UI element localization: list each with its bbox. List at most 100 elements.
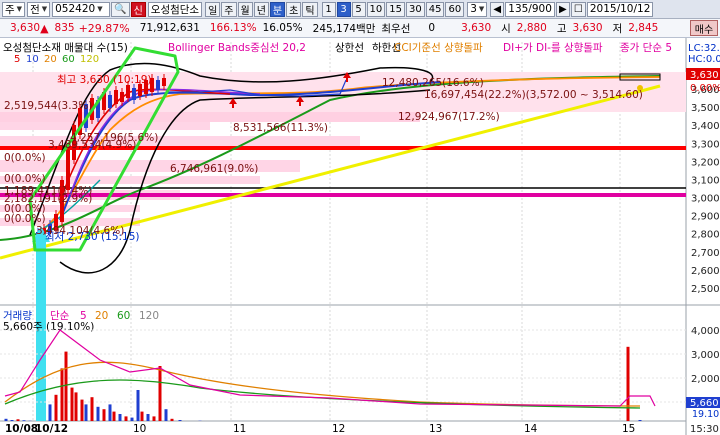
supply-zone-label: 0(0.0%) xyxy=(4,213,46,225)
period-select-value: 주 xyxy=(5,3,15,16)
volume-bar xyxy=(146,414,150,421)
candle-body xyxy=(132,88,136,100)
supply-zone-label: 12,480,265(16.6%) xyxy=(382,77,484,89)
volume-bar xyxy=(164,409,168,421)
low-price: 2,845 xyxy=(628,22,659,34)
last-price: 3,630 xyxy=(461,22,492,34)
search-icon[interactable]: 🔍 xyxy=(111,1,130,17)
volume-bar xyxy=(84,404,88,421)
interval-select[interactable]: 3 ▼ xyxy=(467,1,488,17)
turnover-rate: 16.05% xyxy=(262,22,303,34)
date-field[interactable]: 2015/10/12 xyxy=(586,1,654,17)
time-axis-label: 14 xyxy=(524,423,538,435)
minute-button-10[interactable]: 10 xyxy=(366,1,386,17)
legend-ma-20: 20 xyxy=(44,54,57,65)
volume-bar xyxy=(54,394,58,421)
chevron-down-icon: ▼ xyxy=(97,5,103,13)
period-button-2[interactable]: 월 xyxy=(237,1,253,17)
legend-hc: HC:0.00 xyxy=(688,54,720,65)
time-axis-label: 10/12 xyxy=(35,423,68,435)
time-axis-label: 12 xyxy=(332,423,345,435)
minute-buttons: 1 3 5 10 15 30 45 60 xyxy=(321,1,465,17)
buy-button[interactable]: 매수 xyxy=(690,20,718,36)
supply-zone-label: 12,924,967(17.2%) xyxy=(398,111,500,123)
volume-bar xyxy=(102,409,106,421)
supply-zone-label: 0(0.0%) xyxy=(4,152,46,164)
open-price: 2,880 xyxy=(516,22,547,34)
market-select[interactable]: 전 ▼ xyxy=(27,1,51,17)
price-axis-label: 2,500 xyxy=(691,284,720,295)
period-select[interactable]: 주 ▼ xyxy=(2,1,26,17)
stock-name-field[interactable]: 오성첨단소 xyxy=(147,1,203,17)
price-change: 835 xyxy=(54,22,75,34)
volume-bar xyxy=(170,418,174,421)
minute-button-1[interactable]: 1 xyxy=(321,1,336,17)
period-button-5[interactable]: 초 xyxy=(286,1,302,17)
volume-bar xyxy=(4,418,8,421)
minute-button-5[interactable]: 5 xyxy=(351,1,366,17)
volume-bar xyxy=(60,368,64,421)
stock-chart-window: { "toolbar": { "period_select": "주", "ma… xyxy=(0,0,720,435)
legend-lc: LC:32.9 xyxy=(688,43,720,54)
page-left-button[interactable]: ◀ xyxy=(490,1,505,17)
price-axis-label: 2,900 xyxy=(691,212,720,223)
volume-bar xyxy=(158,366,162,421)
period-button-3[interactable]: 년 xyxy=(253,1,269,17)
volume-ma-20: 20 xyxy=(95,310,108,322)
legend-ma-5: 5 xyxy=(14,54,20,65)
current-price-badge-text: 3,630 xyxy=(690,70,719,81)
time-axis-right-label: 15:30 xyxy=(690,424,719,435)
high-annotation: 최고 3,630 (10:19) xyxy=(57,74,152,86)
time-axis-label: 15 xyxy=(622,423,635,435)
supply-zone-label: 3,489,534(4.9%) xyxy=(48,139,136,151)
minute-button-3[interactable]: 3 xyxy=(336,1,351,17)
legend-ma-60: 60 xyxy=(62,54,75,65)
volume-bar xyxy=(16,419,20,421)
candle-body xyxy=(120,92,124,102)
price-axis-label: 2,800 xyxy=(691,230,720,241)
low-label: 저 xyxy=(612,22,623,35)
minute-button-15[interactable]: 15 xyxy=(386,1,405,17)
legend-bollinger: Bollinger Bands중심선 20,2 xyxy=(168,42,306,54)
price-axis-label: 3,300 xyxy=(691,139,720,150)
legend-cci: CCI기준선 상향돌파 xyxy=(394,42,483,54)
minute-button-30[interactable]: 30 xyxy=(405,1,425,17)
volume-bar xyxy=(10,420,14,421)
calendar-checkbox[interactable]: ☐ xyxy=(570,1,586,17)
time-axis-label: 13 xyxy=(429,423,442,435)
volume-bar xyxy=(70,387,74,421)
volume-bar xyxy=(118,414,122,421)
chevron-down-icon: ▼ xyxy=(478,5,485,13)
volume-bar xyxy=(152,416,156,421)
supply-zone-label: 16,697,454(22.2%)(3,572.00 ~ 3,514.60) xyxy=(424,89,643,101)
period-button-4[interactable]: 분 xyxy=(269,1,286,17)
price-axis-label: 3,200 xyxy=(691,157,720,168)
priority-value: 0 xyxy=(428,22,436,34)
price-axis-label: 3,500 xyxy=(691,103,720,114)
up-arrow-icon: ▲ xyxy=(40,21,49,35)
toolbar: 주 ▼ 전 ▼ 052420 ▼ 🔍 신 오성첨단소 일주월년분초틱 1 3 5 10 15 3… xyxy=(0,0,720,19)
legend-ma-10: 10 xyxy=(26,54,39,65)
minute-button-60[interactable]: 60 xyxy=(445,1,465,17)
date-value: 2015/10/12 xyxy=(589,3,651,15)
supply-zone-label: 0(0.0%) xyxy=(4,173,46,185)
volume-bar xyxy=(80,399,84,421)
volume-bar xyxy=(626,346,630,421)
page-right-button[interactable]: ▶ xyxy=(555,1,570,17)
current-price: 3,630 xyxy=(10,22,41,34)
minute-button-45[interactable]: 45 xyxy=(425,1,445,17)
volume-ratio: 166.13% xyxy=(209,22,257,34)
new-badge: 신 xyxy=(130,1,146,17)
stock-name: 오성첨단소 xyxy=(150,3,200,16)
volume-current: 5,660주 (19.10%) xyxy=(3,321,94,333)
page-counter: 135/900 xyxy=(505,1,555,17)
code-input[interactable]: 052420 ▼ xyxy=(52,1,111,17)
period-button-6[interactable]: 틱 xyxy=(302,1,318,17)
price-chart[interactable]: 오성첨단소재 매물대 수(15) Bollinger Bands중심선 20,2 상… xyxy=(0,38,720,435)
volume-value: 71,912,631 xyxy=(139,22,200,34)
period-button-0[interactable]: 일 xyxy=(205,1,221,17)
period-button-1[interactable]: 주 xyxy=(221,1,237,17)
volume-bar xyxy=(178,420,182,421)
period-buttons: 일주월년분초틱 xyxy=(204,1,318,17)
supply-zone-label: 2,519,544(3.3%) xyxy=(4,100,92,112)
